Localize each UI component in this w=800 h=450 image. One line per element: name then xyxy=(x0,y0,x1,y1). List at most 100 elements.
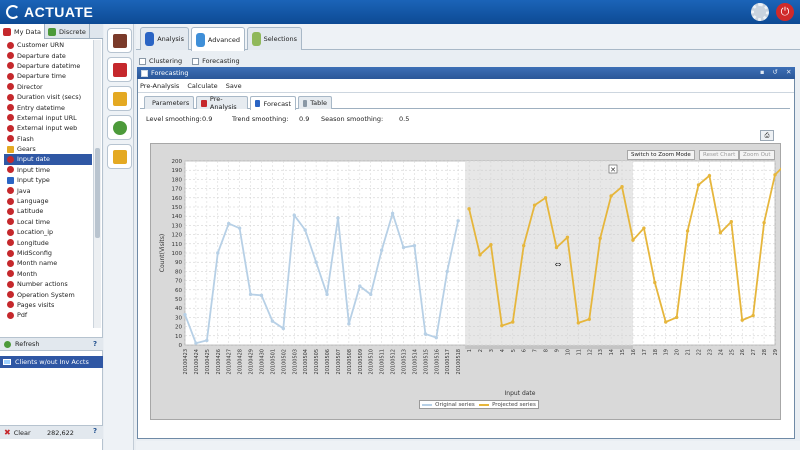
sub-tab-0[interactable]: Clustering xyxy=(139,57,182,65)
left-tab-0[interactable]: My Data xyxy=(0,24,46,39)
field-item[interactable]: Flash xyxy=(4,134,92,144)
refresh-icon xyxy=(4,340,11,348)
field-item[interactable]: Operation System xyxy=(4,289,92,299)
field-label: Month name xyxy=(17,259,58,268)
menu-item[interactable]: Pre-Analysis xyxy=(140,82,179,90)
field-item[interactable]: Departure datetime xyxy=(4,61,92,71)
field-type-icon xyxy=(7,239,14,247)
field-item[interactable]: Gears xyxy=(4,144,92,154)
pencil-icon[interactable] xyxy=(107,86,132,111)
series-point-0 xyxy=(325,292,329,297)
document-icon[interactable] xyxy=(107,144,132,169)
magnifier-icon[interactable] xyxy=(107,57,132,82)
field-item[interactable]: Entry datetime xyxy=(4,102,92,112)
record-count: 282,622 xyxy=(47,429,74,437)
forecast-tab-0[interactable]: Parameters xyxy=(144,96,194,109)
gear-icon[interactable] xyxy=(751,3,769,21)
forecast-tab-2[interactable]: Forecast xyxy=(250,96,296,110)
field-label: Customer URN xyxy=(17,41,64,50)
sub-tab-1[interactable]: Forecasting xyxy=(192,57,240,65)
segment-item[interactable]: Clients w/out Inv Accts xyxy=(0,356,103,368)
field-item[interactable]: Customer URN xyxy=(4,40,92,50)
series-point-1 xyxy=(631,238,635,242)
x-tick-label: 18 xyxy=(653,349,659,355)
refresh-button[interactable]: Refresh xyxy=(0,337,103,351)
menu-divider xyxy=(138,92,794,93)
window-controls[interactable]: ▪ ↺ ✕ xyxy=(760,68,794,76)
main-tab-icon xyxy=(196,32,205,47)
season-smoothing-label: Season smoothing: xyxy=(321,115,384,123)
field-item[interactable]: Departure time xyxy=(4,71,92,81)
x-tick-label: 20100510 xyxy=(369,349,375,374)
x-tick-label: 6 xyxy=(522,349,528,352)
menu-item[interactable]: Save xyxy=(226,82,242,90)
power-icon[interactable]: ⏻ xyxy=(776,3,794,21)
zoom-scrollbar[interactable] xyxy=(465,346,633,349)
field-type-icon xyxy=(7,259,14,267)
field-item[interactable]: Departure date xyxy=(4,50,92,60)
field-item[interactable]: Input type xyxy=(4,175,92,185)
field-label: Input time xyxy=(17,165,51,174)
tool-icon-column xyxy=(104,24,134,450)
resize-cursor-icon: ⇔ xyxy=(555,260,562,269)
series-point-0 xyxy=(248,292,253,297)
series-point-0 xyxy=(292,213,296,217)
field-item[interactable]: Pages visits xyxy=(4,300,92,310)
field-item[interactable]: Longitude xyxy=(4,237,92,247)
zoom-close-icon[interactable]: ✕ xyxy=(610,166,616,174)
help-icon[interactable]: ? xyxy=(93,340,97,348)
menu-item[interactable]: Calculate xyxy=(187,82,217,90)
field-item[interactable]: MidSconfig xyxy=(4,248,92,258)
field-item[interactable]: External input web xyxy=(4,123,92,133)
main-tab-1[interactable]: Advanced xyxy=(191,27,245,51)
forecast-chart[interactable]: 0102030405060708090100110120130140150160… xyxy=(150,143,781,420)
house-icon[interactable] xyxy=(107,28,132,53)
field-item[interactable]: Input time xyxy=(4,165,92,175)
field-item[interactable]: External input URL xyxy=(4,113,92,123)
x-tick-label: 19 xyxy=(664,349,670,355)
field-type-icon xyxy=(7,124,14,132)
x-tick-label: 12 xyxy=(587,349,593,355)
series-point-1 xyxy=(467,207,471,211)
forecast-tab-1[interactable]: Pre-Analysis xyxy=(196,95,248,111)
main-tab-label: Analysis xyxy=(157,35,184,43)
main-tab-0[interactable]: Analysis xyxy=(140,27,189,50)
main-tab-icon xyxy=(145,32,155,46)
series-point-1 xyxy=(609,194,613,198)
field-item[interactable]: Language xyxy=(4,196,92,206)
level-smoothing-label: Level smoothing: xyxy=(146,115,202,123)
y-tick-label: 40 xyxy=(175,306,182,312)
field-item[interactable]: Location_ip xyxy=(4,227,92,237)
help-icon[interactable]: ? xyxy=(93,427,97,435)
field-label: Longitude xyxy=(17,238,49,247)
field-item[interactable]: Director xyxy=(4,82,92,92)
left-tab-1[interactable]: Discrete xyxy=(45,24,90,39)
forecast-tab-3[interactable]: Table xyxy=(298,96,332,109)
forecast-tabs: Parameters Pre-Analysis Forecast Table xyxy=(140,95,790,111)
y-axis-label: Count(Visits) xyxy=(159,234,166,272)
zoom-out-button[interactable]: Zoom Out xyxy=(739,150,775,160)
main-tab-2[interactable]: Selections xyxy=(247,27,302,50)
scrollbar-thumb[interactable] xyxy=(95,148,100,238)
field-item[interactable]: Latitude xyxy=(4,206,92,216)
print-button[interactable]: ⎙ xyxy=(760,130,774,141)
field-item[interactable]: Month name xyxy=(4,258,92,268)
field-item[interactable]: Java xyxy=(4,185,92,195)
field-item[interactable]: Pdf xyxy=(4,310,92,320)
x-tick-label: 20100517 xyxy=(445,349,451,374)
y-tick-label: 60 xyxy=(175,288,182,294)
field-label: Input type xyxy=(17,176,50,185)
reset-chart-button[interactable]: Reset Chart xyxy=(699,150,740,160)
field-item[interactable]: Input date xyxy=(4,154,92,165)
x-tick-label: 20100507 xyxy=(336,349,342,374)
field-item[interactable]: Duration visit (secs) xyxy=(4,92,92,102)
clear-button[interactable]: ✖ Clear 282,622 xyxy=(0,425,103,439)
season-smoothing-value: 0.5 xyxy=(399,115,410,123)
legend-swatch-original xyxy=(422,403,433,406)
zoom-mode-button[interactable]: Switch to Zoom Mode xyxy=(627,150,695,160)
field-item[interactable]: Month xyxy=(4,269,92,279)
field-item[interactable]: Local time xyxy=(4,217,92,227)
field-item[interactable]: Number actions xyxy=(4,279,92,289)
field-list-scrollbar[interactable] xyxy=(93,40,101,328)
pie-icon[interactable] xyxy=(107,115,132,140)
